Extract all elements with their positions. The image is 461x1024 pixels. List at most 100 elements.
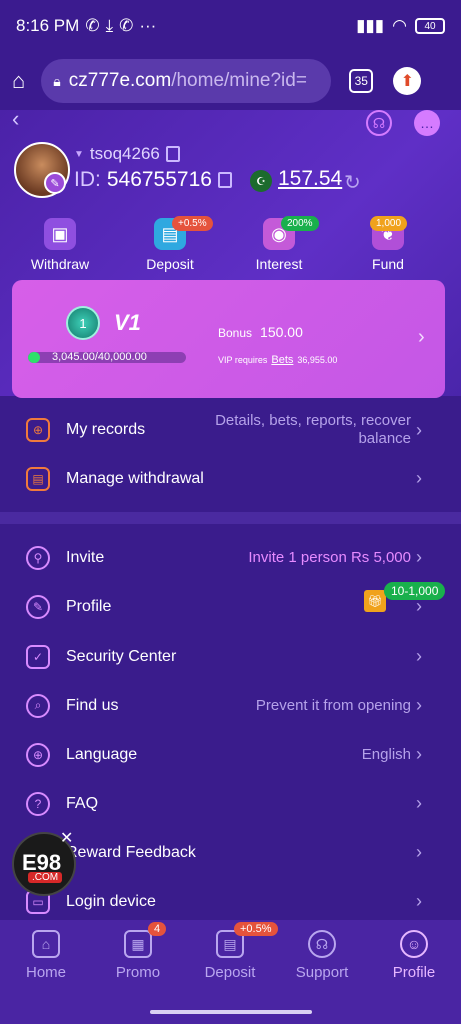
bottom-navigation: ⌂ Home ▦ 4 Promo ▤ +0.5% Deposit ☊ Suppo…: [0, 920, 461, 1000]
gift-icon: ▦: [124, 930, 152, 958]
close-icon[interactable]: ✕: [60, 828, 73, 848]
withdraw-label: Withdraw: [30, 256, 90, 272]
lock-icon: 🔒︎: [53, 72, 61, 89]
nav-profile-label: Profile: [392, 964, 436, 981]
list-item-security-center[interactable]: ✓ Security Center ›: [0, 632, 461, 681]
records-section: ⊕ My records Details, bets, reports, rec…: [0, 398, 461, 512]
chevron-right-icon: ›: [416, 419, 422, 440]
chevron-right-icon: ›: [416, 842, 422, 862]
edit-avatar-icon[interactable]: ✎: [44, 172, 66, 194]
invite-hint: Invite 1 person Rs 5,000: [248, 549, 411, 566]
nav-support[interactable]: ☊ Support: [276, 920, 368, 1000]
withdraw-icon: ▣: [44, 218, 76, 250]
withdrawal-card-icon: ▤: [26, 466, 50, 491]
download-icon: ⤓: [105, 16, 114, 35]
status-bar: 8:16 PM ✆ ⤓ ✆ ··· ▮▮▮ ◠ 40: [0, 0, 461, 52]
clock: 8:16 PM: [16, 16, 80, 35]
url-host: cz777e.com: [68, 70, 172, 91]
user-id-label: ID:: [74, 168, 101, 191]
username: tsoq4266: [89, 144, 160, 163]
promo-badge: 4: [148, 922, 167, 936]
list-item-language[interactable]: ⊕ Language English ›: [0, 730, 461, 779]
battery-icon: 40: [415, 18, 445, 34]
list-item-faq[interactable]: ? FAQ ›: [0, 779, 461, 828]
update-icon[interactable]: ⬆: [393, 67, 422, 95]
user-id-row: ID: 546755716: [74, 168, 232, 192]
withdraw-button[interactable]: ▣ Withdraw: [20, 218, 100, 272]
my-records-hint: Details, bets, reports, recover balance: [215, 412, 411, 447]
nav-promo[interactable]: ▦ 4 Promo: [92, 920, 184, 1000]
copy-icon[interactable]: [165, 146, 180, 162]
bonus-value: 150.00: [260, 324, 303, 340]
vip-progress-text: 3,045.00/40,000.00: [52, 351, 147, 363]
deposit-label: Deposit: [146, 256, 194, 272]
deposit-button[interactable]: ▤ +0.5% Deposit: [130, 216, 213, 272]
whatsapp-icon: ✆: [85, 16, 100, 35]
manage-withdrawal-label: Manage withdrawal: [66, 469, 204, 487]
globe-icon: ⊕: [26, 742, 50, 767]
vip-requires-label: VIP requires: [218, 355, 268, 365]
nav-profile[interactable]: ☺ Profile: [368, 920, 460, 1000]
records-icon: ⊕: [26, 418, 50, 442]
user-id: 546755716: [106, 168, 212, 191]
language-label: Language: [66, 745, 138, 763]
username-row: ▼ tsoq4266: [74, 144, 180, 164]
more-icon: ···: [139, 16, 157, 35]
nav-support-label: Support: [295, 964, 349, 981]
bets-value: 36,955.00: [297, 355, 338, 365]
gesture-bar: [0, 1000, 461, 1024]
url-field[interactable]: 🔒︎ cz777e.com/home/mine?id=: [41, 59, 332, 103]
profile-gift-badge: 10-1,000: [384, 582, 446, 600]
home-icon: ⌂: [32, 930, 60, 958]
nav-home[interactable]: ⌂ Home: [0, 920, 92, 1000]
fund-badge: 1,000: [370, 216, 408, 231]
section-divider: [0, 512, 461, 524]
nav-deposit-label: Deposit: [204, 964, 256, 981]
home-icon[interactable]: ⌂: [12, 68, 25, 94]
vip-progress-fill: [28, 352, 40, 363]
whatsapp-icon: ✆: [119, 16, 134, 35]
chat-icon[interactable]: …: [414, 110, 440, 136]
nav-promo-label: Promo: [115, 964, 161, 981]
fund-button[interactable]: ❦ 1,000 Fund: [348, 216, 428, 272]
vip-card[interactable]: 1 V1 3,045.00/40,000.00 Bonus 150.00 VIP…: [12, 280, 445, 398]
list-item-find-us[interactable]: ⌕ Find us Prevent it from opening ›: [0, 681, 461, 730]
list-item-manage-withdrawal[interactable]: ▤ Manage withdrawal ›: [0, 454, 461, 503]
bonus-label: Bonus: [218, 326, 253, 340]
bets-link[interactable]: Bets: [271, 354, 293, 366]
security-center-label: Security Center: [66, 647, 177, 665]
deposit-nav-badge: +0.5%: [234, 922, 278, 936]
browser-toolbar: ⌂ 🔒︎ cz777e.com/home/mine?id= 35 ⬆: [0, 52, 461, 110]
deposit-badge: +0.5%: [172, 216, 213, 231]
vip-badge-icon: 1: [66, 306, 100, 340]
tab-switcher-button[interactable]: 35: [349, 69, 374, 93]
chevron-right-icon: ›: [416, 468, 422, 488]
home-indicator[interactable]: [150, 1010, 312, 1014]
headset-icon: ☊: [308, 930, 336, 958]
interest-badge: 200%: [281, 216, 319, 231]
list-item-invite[interactable]: ⚲ Invite Invite 1 person Rs 5,000 ›: [0, 533, 461, 582]
nav-deposit[interactable]: ▤ +0.5% Deposit: [184, 920, 278, 1000]
headset-icon[interactable]: ☊: [366, 110, 392, 136]
interest-button[interactable]: ◉ 200% Interest: [239, 216, 319, 272]
back-arrow-icon[interactable]: ‹: [12, 106, 19, 132]
chevron-right-icon: ›: [416, 744, 422, 764]
faq-label: FAQ: [66, 794, 99, 812]
nav-home-label: Home: [25, 964, 66, 981]
chevron-right-icon: ›: [416, 793, 422, 813]
copy-icon[interactable]: [217, 172, 232, 188]
profile-icon: ✎: [26, 594, 50, 619]
gift-icon: 🎁︎: [364, 590, 386, 612]
find-us-hint: Prevent it from opening: [255, 697, 411, 714]
list-item-my-records[interactable]: ⊕ My records Details, bets, reports, rec…: [0, 404, 461, 456]
question-icon: ?: [26, 791, 50, 816]
refresh-icon[interactable]: ↻: [344, 170, 361, 195]
reward-feedback-label: Reward Feedback: [66, 843, 196, 861]
tab-count: 35: [354, 74, 368, 88]
logo-subtext: .COM: [28, 872, 63, 883]
list-item-login-device[interactable]: ▭ Login device ›: [0, 877, 461, 926]
chevron-right-icon: ›: [416, 646, 422, 666]
battery-level: 40: [424, 20, 436, 32]
chevron-right-icon: ›: [416, 695, 422, 715]
search-icon: ⌕: [26, 693, 50, 718]
